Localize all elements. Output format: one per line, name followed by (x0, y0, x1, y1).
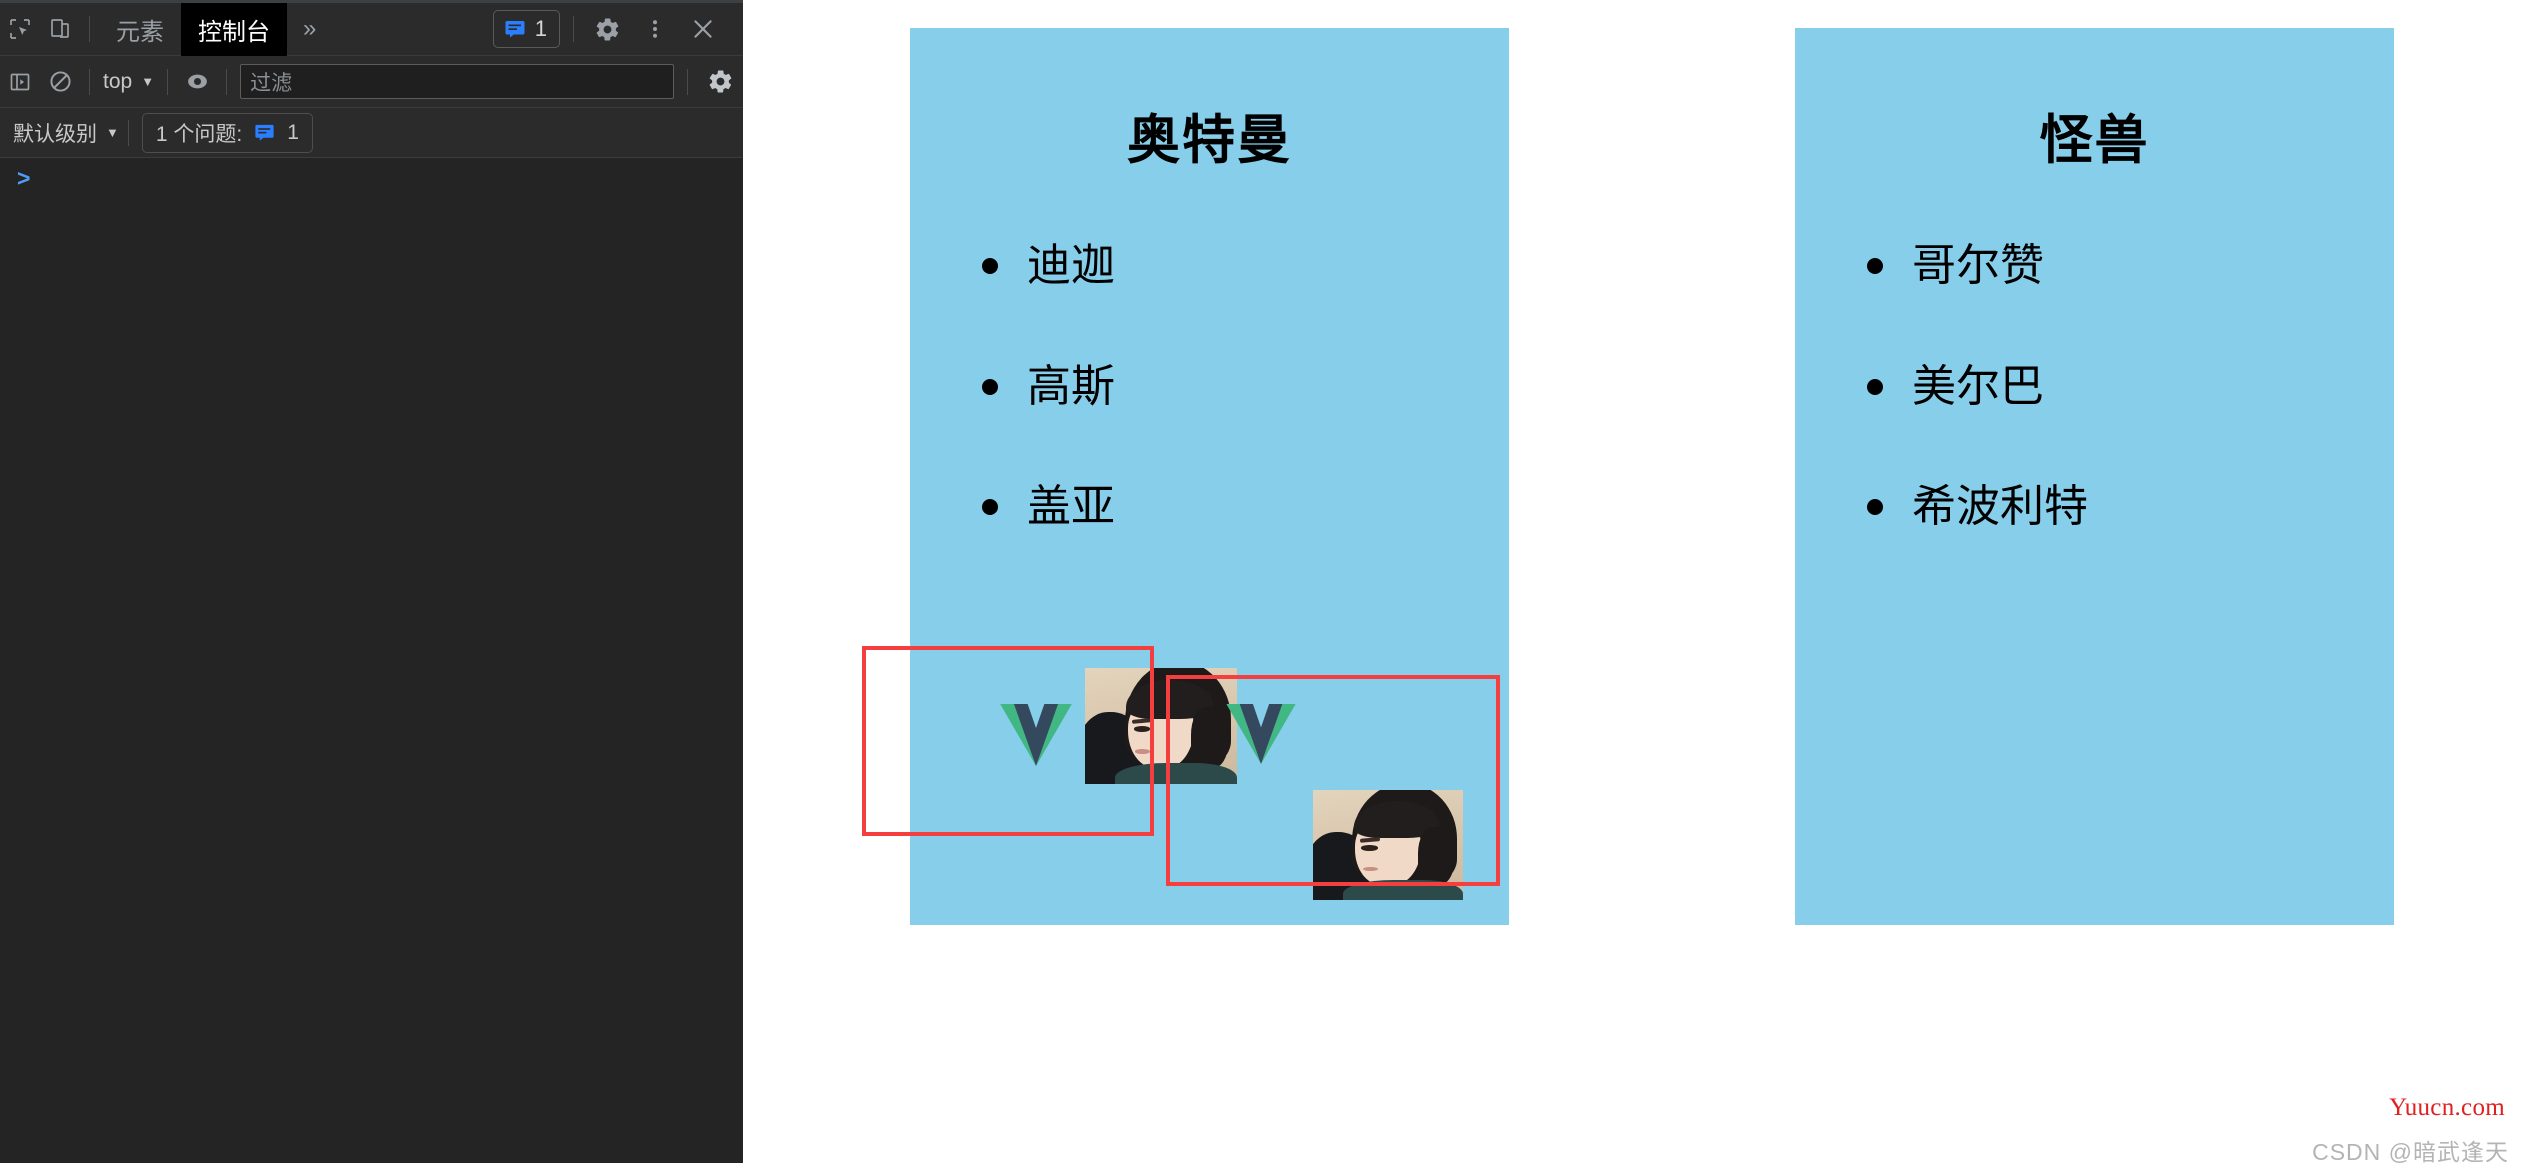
list-item-label: 美尔巴 (1912, 361, 2044, 411)
toolbar-divider (127, 119, 129, 146)
message-count: 1 (534, 16, 547, 41)
device-toolbar-icon[interactable] (40, 9, 80, 49)
vue-logo-icon (1000, 704, 1072, 766)
log-level-label: 默认级别 (13, 122, 97, 146)
console-toolbar: top ▼ 过滤 (0, 56, 743, 108)
execution-context-selector[interactable]: top ▼ (99, 70, 158, 94)
person-portrait-photo (1313, 790, 1463, 900)
chevron-down-icon: ▼ (106, 125, 119, 140)
list-item: 希波利特 (1795, 482, 2394, 532)
console-prompt-chevron-icon: > (17, 165, 31, 191)
console-filter-input[interactable]: 过滤 (240, 64, 674, 99)
vue-logo-icon (1226, 704, 1296, 764)
console-settings-gear-icon[interactable] (697, 68, 743, 95)
toolbar-divider (573, 16, 574, 42)
issues-count: 1 (287, 120, 299, 144)
card-title-ultraman: 奥特曼 (1127, 111, 1292, 170)
watermark-credit: CSDN @暗武逢天 (2312, 1139, 2509, 1163)
devtools-tabbar-actions: 1 (492, 7, 743, 51)
list-item-label: 盖亚 (1027, 482, 1115, 532)
list-item: 高斯 (910, 361, 1509, 411)
list-item-label: 高斯 (1027, 361, 1115, 411)
list-monster: 哥尔赞 美尔巴 希波利特 (1795, 241, 2394, 532)
bullet-icon (1867, 378, 1883, 395)
message-count-badge[interactable]: 1 (492, 10, 560, 48)
execution-context-label: top (103, 69, 133, 93)
media-row (910, 668, 1509, 900)
card-title-monster: 怪兽 (2039, 111, 2150, 170)
console-sidebar-icon[interactable] (0, 62, 40, 102)
card-monster: 怪兽 哥尔赞 美尔巴 希波利特 (1795, 28, 2394, 925)
bullet-icon (1867, 499, 1883, 516)
bullet-icon (982, 378, 998, 395)
list-item-label: 哥尔赞 (1912, 241, 2044, 291)
message-icon (505, 21, 525, 38)
kebab-menu-icon[interactable] (631, 7, 679, 51)
devtools-panel: 元素 控制台 » 1 top ▼ 过滤 默认级别 ▼ 1 个问题: 1 > (0, 0, 743, 1163)
list-item: 迪迦 (910, 241, 1509, 291)
list-ultraman: 迪迦 高斯 盖亚 (910, 241, 1509, 532)
list-item: 美尔巴 (1795, 361, 2394, 411)
close-icon[interactable] (679, 7, 727, 51)
issues-summary-button[interactable]: 1 个问题: 1 (141, 112, 313, 153)
console-levelbar: 默认级别 ▼ 1 个问题: 1 (0, 108, 743, 158)
toolbar-divider (226, 68, 228, 95)
screen-root: 元素 控制台 » 1 top ▼ 过滤 默认级别 ▼ 1 个问题: 1 > 奥特… (0, 0, 2538, 1163)
rendered-page: 奥特曼 迪迦 高斯 盖亚 怪兽 哥尔赞 美尔巴 希波利特 (743, 0, 2538, 1163)
tab-elements[interactable]: 元素 (99, 3, 181, 56)
gear-icon[interactable] (583, 7, 631, 51)
inspect-element-icon[interactable] (0, 9, 40, 49)
bullet-icon (982, 499, 998, 516)
toolbar-divider (167, 68, 169, 95)
issues-label: 1 个问题: (155, 122, 243, 146)
live-expression-icon[interactable] (177, 62, 217, 102)
console-output-area[interactable]: > (0, 158, 743, 1163)
console-filter-placeholder: 过滤 (250, 71, 293, 95)
list-item-label: 迪迦 (1027, 241, 1115, 291)
list-item: 哥尔赞 (1795, 241, 2394, 291)
toolbar-divider (89, 16, 90, 42)
toolbar-divider (687, 68, 688, 95)
log-level-selector[interactable]: 默认级别 ▼ (13, 118, 119, 148)
clear-console-icon[interactable] (40, 62, 80, 102)
devtools-tabbar: 元素 控制台 » 1 (0, 2, 743, 56)
list-item: 盖亚 (910, 482, 1509, 532)
toolbar-divider (89, 68, 90, 95)
card-ultraman: 奥特曼 迪迦 高斯 盖亚 (910, 28, 1509, 925)
bullet-icon (982, 258, 998, 275)
chevron-double-right-icon[interactable]: » (287, 3, 332, 56)
watermark-site: Yuucn.com (2389, 1094, 2505, 1121)
list-item-label: 希波利特 (1912, 482, 2088, 532)
chevron-down-icon: ▼ (141, 74, 155, 89)
tab-console[interactable]: 控制台 (181, 2, 287, 56)
message-icon (255, 124, 274, 141)
person-portrait-photo (1085, 668, 1237, 784)
bullet-icon (1867, 258, 1883, 275)
